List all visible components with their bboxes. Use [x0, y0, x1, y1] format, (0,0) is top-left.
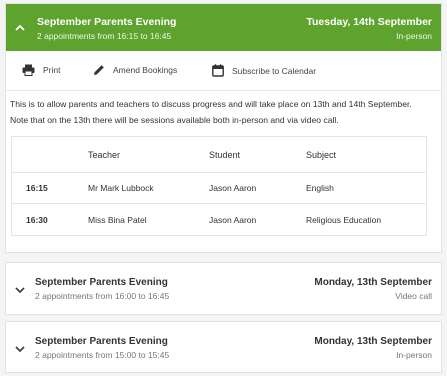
- evening-title: September Parents Evening: [35, 336, 168, 347]
- appointment-time: 16:30: [26, 214, 48, 225]
- evening-subtitle: 2 appointments from 16:15 to 16:45: [37, 31, 172, 41]
- evening-title: September Parents Evening: [35, 277, 168, 288]
- subscribe-calendar-button[interactable]: Subscribe to Calendar: [212, 64, 316, 77]
- evening-description: This is to allow parents and teachers to…: [10, 99, 412, 125]
- column-header-subject: Subject: [306, 149, 337, 160]
- chevron-down-icon[interactable]: [14, 344, 26, 354]
- appointment-time: 16:15: [26, 183, 48, 193]
- appointment-student: Jason Aaron: [209, 214, 257, 225]
- table-row: 16:30 Miss Bina Patel Jason Aaron Religi…: [12, 204, 426, 235]
- evening-subtitle: 2 appointments from 15:00 to 15:45: [35, 350, 170, 360]
- pencil-icon: [94, 65, 104, 75]
- column-header-student: Student: [209, 149, 241, 160]
- printer-icon: [22, 64, 35, 76]
- print-label: Print: [43, 65, 61, 75]
- appointment-subject: Religious Education: [306, 214, 382, 225]
- appointment-teacher: Mr Mark Lubbock: [88, 183, 154, 193]
- chevron-up-icon[interactable]: [14, 23, 26, 33]
- appointment-subject: English: [306, 183, 334, 193]
- table-header-row: Teacher Student Subject: [12, 137, 426, 173]
- evening-date: Monday, 13th September: [314, 336, 432, 347]
- evening-title: September Parents Evening: [37, 16, 177, 28]
- evening-card-collapsed[interactable]: September Parents Evening 2 appointments…: [5, 262, 442, 315]
- evening-mode: Video call: [395, 291, 432, 301]
- amend-bookings-button[interactable]: Amend Bookings: [93, 64, 177, 76]
- evening-mode: In-person: [396, 350, 432, 360]
- evening-mode: In-person: [396, 31, 432, 41]
- calendar-icon: [212, 64, 224, 77]
- chevron-down-icon[interactable]: [14, 285, 26, 295]
- amend-bookings-label: Amend Bookings: [113, 65, 178, 75]
- column-header-teacher: Teacher: [88, 149, 121, 160]
- action-toolbar: Print Amend Bookings Subscribe to Calend…: [6, 51, 441, 91]
- table-row: 16:15 Mr Mark Lubbock Jason Aaron Englis…: [12, 173, 426, 204]
- evening-header[interactable]: September Parents Evening 2 appointments…: [6, 4, 441, 51]
- appointments-table: Teacher Student Subject 16:15 Mr Mark Lu…: [11, 136, 427, 236]
- subscribe-calendar-label: Subscribe to Calendar: [232, 65, 317, 76]
- appointment-teacher: Miss Bina Patel: [88, 214, 147, 225]
- print-button[interactable]: Print: [22, 64, 60, 76]
- evening-date: Tuesday, 14th September: [306, 16, 432, 28]
- evening-date: Monday, 13th September: [314, 277, 432, 288]
- appointment-student: Jason Aaron: [209, 183, 257, 193]
- evening-subtitle: 2 appointments from 16:00 to 16:45: [35, 291, 170, 301]
- evening-card-collapsed[interactable]: September Parents Evening 2 appointments…: [5, 321, 442, 373]
